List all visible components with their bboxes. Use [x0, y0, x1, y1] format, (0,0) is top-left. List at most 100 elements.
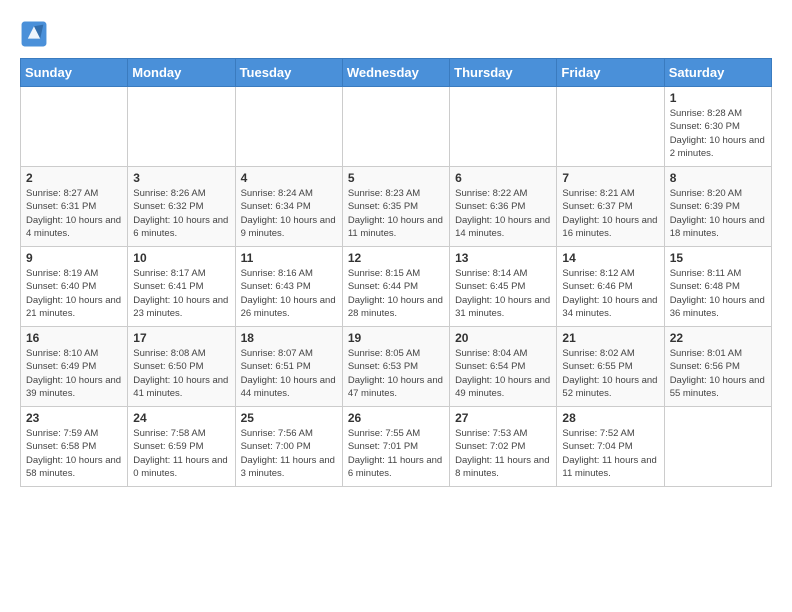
day-info: Sunrise: 8:22 AM Sunset: 6:36 PM Dayligh…	[455, 187, 551, 240]
day-info: Sunrise: 8:15 AM Sunset: 6:44 PM Dayligh…	[348, 267, 444, 320]
calendar-cell: 5 Sunrise: 8:23 AM Sunset: 6:35 PM Daylig…	[342, 167, 449, 247]
calendar-week-row: 1 Sunrise: 8:28 AM Sunset: 6:30 PM Daylig…	[21, 87, 772, 167]
day-info: Sunrise: 8:20 AM Sunset: 6:39 PM Dayligh…	[670, 187, 766, 240]
weekday-header: Thursday	[450, 59, 557, 87]
day-number: 1	[670, 91, 766, 105]
day-info: Sunrise: 8:23 AM Sunset: 6:35 PM Dayligh…	[348, 187, 444, 240]
weekday-header: Monday	[128, 59, 235, 87]
day-info: Sunrise: 7:59 AM Sunset: 6:58 PM Dayligh…	[26, 427, 122, 480]
day-number: 16	[26, 331, 122, 345]
calendar-cell: 3 Sunrise: 8:26 AM Sunset: 6:32 PM Daylig…	[128, 167, 235, 247]
day-info: Sunrise: 8:14 AM Sunset: 6:45 PM Dayligh…	[455, 267, 551, 320]
day-number: 12	[348, 251, 444, 265]
calendar-cell: 9 Sunrise: 8:19 AM Sunset: 6:40 PM Daylig…	[21, 247, 128, 327]
calendar-cell	[21, 87, 128, 167]
day-number: 28	[562, 411, 658, 425]
calendar-cell: 11 Sunrise: 8:16 AM Sunset: 6:43 PM Dayli…	[235, 247, 342, 327]
day-info: Sunrise: 8:21 AM Sunset: 6:37 PM Dayligh…	[562, 187, 658, 240]
calendar-cell: 15 Sunrise: 8:11 AM Sunset: 6:48 PM Dayli…	[664, 247, 771, 327]
day-info: Sunrise: 8:16 AM Sunset: 6:43 PM Dayligh…	[241, 267, 337, 320]
day-number: 2	[26, 171, 122, 185]
calendar-cell: 13Sunrise: 8:14 AM Sunset: 6:45 PM Dayli…	[450, 247, 557, 327]
calendar-cell	[128, 87, 235, 167]
calendar-cell: 1 Sunrise: 8:28 AM Sunset: 6:30 PM Daylig…	[664, 87, 771, 167]
day-number: 17	[133, 331, 229, 345]
calendar-cell: 18 Sunrise: 8:07 AM Sunset: 6:51 PM Dayli…	[235, 327, 342, 407]
calendar-cell	[557, 87, 664, 167]
calendar-cell: 4 Sunrise: 8:24 AM Sunset: 6:34 PM Daylig…	[235, 167, 342, 247]
calendar-table: SundayMondayTuesdayWednesdayThursdayFrid…	[20, 58, 772, 487]
logo-icon	[20, 20, 48, 48]
calendar-cell: 21Sunrise: 8:02 AM Sunset: 6:55 PM Dayli…	[557, 327, 664, 407]
calendar-cell	[342, 87, 449, 167]
calendar-cell	[235, 87, 342, 167]
day-number: 25	[241, 411, 337, 425]
calendar-cell: 19 Sunrise: 8:05 AM Sunset: 6:53 PM Dayli…	[342, 327, 449, 407]
day-number: 19	[348, 331, 444, 345]
day-info: Sunrise: 8:11 AM Sunset: 6:48 PM Dayligh…	[670, 267, 766, 320]
day-info: Sunrise: 8:28 AM Sunset: 6:30 PM Dayligh…	[670, 107, 766, 160]
day-number: 10	[133, 251, 229, 265]
calendar-cell: 8 Sunrise: 8:20 AM Sunset: 6:39 PM Daylig…	[664, 167, 771, 247]
calendar-cell: 22Sunrise: 8:01 AM Sunset: 6:56 PM Dayli…	[664, 327, 771, 407]
weekday-header: Wednesday	[342, 59, 449, 87]
day-info: Sunrise: 7:53 AM Sunset: 7:02 PM Dayligh…	[455, 427, 551, 480]
logo	[20, 20, 52, 48]
calendar-cell: 26 Sunrise: 7:55 AM Sunset: 7:01 PM Dayli…	[342, 407, 449, 487]
day-info: Sunrise: 8:17 AM Sunset: 6:41 PM Dayligh…	[133, 267, 229, 320]
day-number: 3	[133, 171, 229, 185]
calendar-cell: 25 Sunrise: 7:56 AM Sunset: 7:00 PM Dayli…	[235, 407, 342, 487]
weekday-header: Saturday	[664, 59, 771, 87]
day-info: Sunrise: 8:02 AM Sunset: 6:55 PM Dayligh…	[562, 347, 658, 400]
day-number: 22	[670, 331, 766, 345]
calendar-cell: 23 Sunrise: 7:59 AM Sunset: 6:58 PM Dayli…	[21, 407, 128, 487]
calendar-cell	[450, 87, 557, 167]
calendar-week-row: 23 Sunrise: 7:59 AM Sunset: 6:58 PM Dayli…	[21, 407, 772, 487]
day-info: Sunrise: 7:58 AM Sunset: 6:59 PM Dayligh…	[133, 427, 229, 480]
day-number: 9	[26, 251, 122, 265]
day-info: Sunrise: 8:10 AM Sunset: 6:49 PM Dayligh…	[26, 347, 122, 400]
calendar-week-row: 9 Sunrise: 8:19 AM Sunset: 6:40 PM Daylig…	[21, 247, 772, 327]
day-info: Sunrise: 8:26 AM Sunset: 6:32 PM Dayligh…	[133, 187, 229, 240]
calendar-cell: 6Sunrise: 8:22 AM Sunset: 6:36 PM Daylig…	[450, 167, 557, 247]
calendar-cell: 14 Sunrise: 8:12 AM Sunset: 6:46 PM Dayli…	[557, 247, 664, 327]
day-number: 8	[670, 171, 766, 185]
calendar-cell: 2 Sunrise: 8:27 AM Sunset: 6:31 PM Daylig…	[21, 167, 128, 247]
day-info: Sunrise: 8:12 AM Sunset: 6:46 PM Dayligh…	[562, 267, 658, 320]
day-number: 23	[26, 411, 122, 425]
calendar-cell: 24Sunrise: 7:58 AM Sunset: 6:59 PM Dayli…	[128, 407, 235, 487]
calendar-week-row: 2 Sunrise: 8:27 AM Sunset: 6:31 PM Daylig…	[21, 167, 772, 247]
calendar-week-row: 16 Sunrise: 8:10 AM Sunset: 6:49 PM Dayli…	[21, 327, 772, 407]
calendar-cell: 20 Sunrise: 8:04 AM Sunset: 6:54 PM Dayli…	[450, 327, 557, 407]
day-info: Sunrise: 8:27 AM Sunset: 6:31 PM Dayligh…	[26, 187, 122, 240]
header	[20, 20, 772, 48]
day-number: 27	[455, 411, 551, 425]
weekday-header: Friday	[557, 59, 664, 87]
day-number: 5	[348, 171, 444, 185]
day-number: 20	[455, 331, 551, 345]
calendar-cell: 10 Sunrise: 8:17 AM Sunset: 6:41 PM Dayli…	[128, 247, 235, 327]
day-info: Sunrise: 7:56 AM Sunset: 7:00 PM Dayligh…	[241, 427, 337, 480]
day-info: Sunrise: 8:24 AM Sunset: 6:34 PM Dayligh…	[241, 187, 337, 240]
calendar-cell: 27 Sunrise: 7:53 AM Sunset: 7:02 PM Dayli…	[450, 407, 557, 487]
day-number: 14	[562, 251, 658, 265]
day-number: 15	[670, 251, 766, 265]
day-info: Sunrise: 8:04 AM Sunset: 6:54 PM Dayligh…	[455, 347, 551, 400]
day-number: 7	[562, 171, 658, 185]
day-number: 26	[348, 411, 444, 425]
day-number: 11	[241, 251, 337, 265]
calendar-cell: 17Sunrise: 8:08 AM Sunset: 6:50 PM Dayli…	[128, 327, 235, 407]
day-info: Sunrise: 7:55 AM Sunset: 7:01 PM Dayligh…	[348, 427, 444, 480]
calendar-header-row: SundayMondayTuesdayWednesdayThursdayFrid…	[21, 59, 772, 87]
weekday-header: Tuesday	[235, 59, 342, 87]
calendar-cell: 28Sunrise: 7:52 AM Sunset: 7:04 PM Dayli…	[557, 407, 664, 487]
calendar-cell	[664, 407, 771, 487]
day-number: 18	[241, 331, 337, 345]
day-info: Sunrise: 8:07 AM Sunset: 6:51 PM Dayligh…	[241, 347, 337, 400]
calendar-cell: 16 Sunrise: 8:10 AM Sunset: 6:49 PM Dayli…	[21, 327, 128, 407]
day-info: Sunrise: 8:19 AM Sunset: 6:40 PM Dayligh…	[26, 267, 122, 320]
calendar-cell: 12 Sunrise: 8:15 AM Sunset: 6:44 PM Dayli…	[342, 247, 449, 327]
calendar-cell: 7 Sunrise: 8:21 AM Sunset: 6:37 PM Daylig…	[557, 167, 664, 247]
day-number: 4	[241, 171, 337, 185]
day-info: Sunrise: 8:05 AM Sunset: 6:53 PM Dayligh…	[348, 347, 444, 400]
